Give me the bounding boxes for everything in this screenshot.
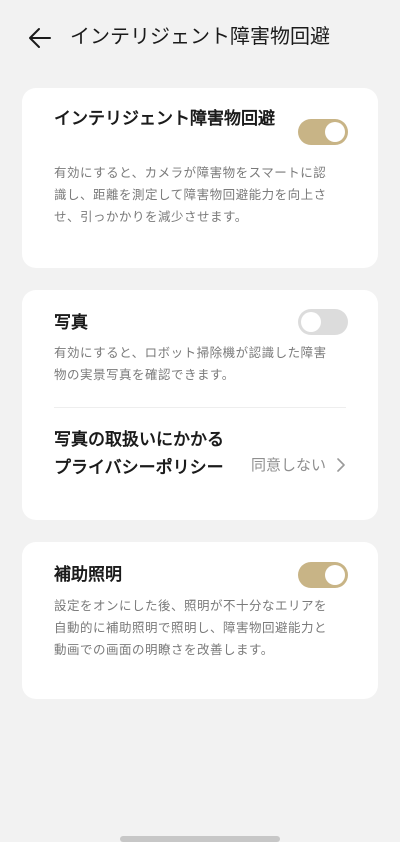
obstacle-avoidance-card: インテリジェント障害物回避 有効にすると、カメラが障害物をスマートに認識し、距離… [22, 88, 378, 268]
top-bar: インテリジェント障害物回避 [0, 0, 400, 72]
toggle-knob [301, 312, 321, 332]
page-title: インテリジェント障害物回避 [70, 24, 330, 48]
arrow-left-icon[interactable] [26, 24, 54, 52]
obstacle-avoidance-description: 有効にすると、カメラが障害物をスマートに認識し、距離を測定して障害物回避能力を向… [54, 165, 327, 224]
home-indicator[interactable] [120, 836, 280, 842]
privacy-policy-title: 写真の取扱いにかかるプライバシーポリシー [54, 430, 224, 478]
photos-title: 写真 [54, 313, 88, 333]
aux-lighting-title: 補助照明 [54, 565, 122, 585]
aux-lighting-description: 設定をオンにした後、照明が不十分なエリアを自動的に補助照明で照明し、障害物回避能… [54, 598, 328, 657]
toggle-knob [325, 565, 345, 585]
obstacle-avoidance-toggle[interactable] [298, 119, 348, 145]
photos-toggle[interactable] [298, 309, 348, 335]
privacy-policy-value: 同意しない [250, 456, 326, 474]
aux-lighting-toggle[interactable] [298, 562, 348, 588]
aux-lighting-card: 補助照明 設定をオンにした後、照明が不十分なエリアを自動的に補助照明で照明し、障… [22, 542, 378, 699]
photos-description: 有効にすると、ロボット掃除機が認識した障害物の実景写真を確認できます。 [54, 345, 327, 382]
photos-card: 写真 有効にすると、ロボット掃除機が認識した障害物の実景写真を確認できます。 写… [22, 290, 378, 520]
privacy-policy-row[interactable]: 写真の取扱いにかかるプライバシーポリシー 同意しない [22, 408, 378, 520]
obstacle-avoidance-title: インテリジェント障害物回避 [54, 109, 275, 129]
toggle-knob [325, 122, 345, 142]
chevron-right-icon [337, 458, 345, 472]
